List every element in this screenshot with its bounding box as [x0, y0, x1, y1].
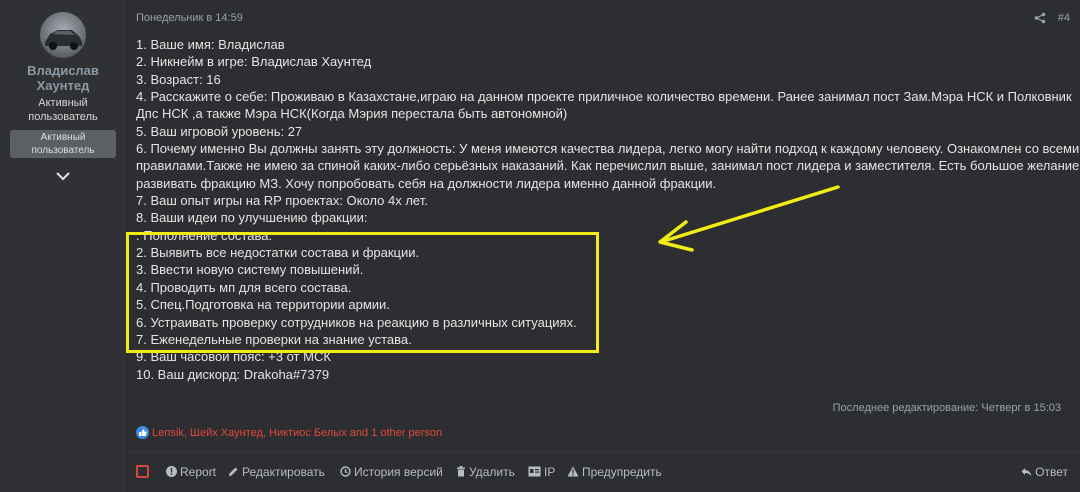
post-container: Владислав Хаунтед Активный пользователь … — [0, 0, 1080, 492]
username-line2: Хаунтед — [36, 78, 90, 93]
report-icon — [166, 466, 177, 477]
share-icon[interactable] — [1034, 11, 1046, 24]
edit-label: Редактировать — [242, 465, 325, 479]
post-line: 5. Ваш игровой уровень: 27 — [136, 123, 303, 139]
reply-button[interactable]: Ответ — [1021, 465, 1068, 479]
post-line: 10. Ваш дискорд: Drakoha#7379 — [136, 366, 330, 382]
post-line: 7. Ваш опыт игры на RP проектах: Около 4… — [136, 193, 428, 209]
pencil-icon — [229, 467, 238, 476]
avatar[interactable] — [40, 12, 86, 58]
user-sidebar: Владислав Хаунтед Активный пользователь … — [0, 0, 127, 492]
history-label: История версий — [354, 465, 443, 479]
post-number[interactable]: #4 — [1058, 12, 1070, 24]
edited-note: Последнее редактирование: Четверг в 15:0… — [832, 402, 1061, 414]
username-line1: Владислав — [27, 63, 99, 78]
annotation-arrow-icon — [658, 185, 840, 252]
reactions-text[interactable]: Lensik, Шейх Хаунтед, Никтиос Белых and … — [152, 427, 442, 439]
user-title-line2: пользователь — [28, 111, 98, 123]
warn-button[interactable]: Предупредить — [567, 465, 662, 479]
post-date[interactable]: Понедельник в 14:59 — [136, 12, 243, 24]
reactions-bar[interactable]: Lensik, Шейх Хаунтед, Никтиос Белых and … — [136, 426, 442, 440]
reply-label: Ответ — [1035, 465, 1068, 479]
chevron-down-icon[interactable] — [54, 168, 72, 184]
ip-label: IP — [544, 465, 556, 479]
report-button[interactable]: Report — [166, 465, 216, 479]
trash-icon — [457, 466, 465, 477]
post-line: развивать фракцию МЗ. Хочу попробовать с… — [136, 175, 717, 191]
car-avatar-icon — [45, 30, 82, 50]
id-card-icon — [528, 466, 541, 477]
warn-label: Предупредить — [582, 465, 662, 479]
history-icon — [340, 466, 351, 477]
post-line: 2. Никнейм в игре: Владислав Хаунтед — [136, 54, 372, 70]
like-icon — [136, 426, 149, 439]
user-title: Активный пользователь — [0, 96, 126, 124]
highlight-box — [126, 232, 599, 353]
user-title-line1: Активный — [38, 97, 88, 109]
ip-button[interactable]: IP — [528, 465, 555, 479]
post-header: Понедельник в 14:59 #4 — [126, 0, 1080, 34]
post-line: 8. Ваши идеи по улучшению фракции: — [136, 210, 368, 226]
edit-button[interactable]: Редактировать — [228, 465, 325, 479]
post-line: 1. Ваше имя: Владислав — [136, 37, 285, 52]
post-line: 3. Возраст: 16 — [136, 71, 221, 87]
post-line: 4. Расскажите о себе: Проживаю в Казахст… — [136, 89, 1072, 105]
delete-label: Удалить — [469, 465, 515, 479]
delete-button[interactable]: Удалить — [456, 465, 515, 479]
divider — [126, 452, 1080, 453]
post-line: правилами.Также не имею за спиной каких-… — [136, 158, 1080, 174]
user-banner-line1: Активный — [40, 132, 86, 143]
warning-icon — [567, 466, 579, 477]
user-banner-line2: пользователь — [31, 145, 95, 156]
post-line: 6. Почему именно Вы должны занять эту до… — [136, 141, 1080, 157]
reply-icon — [1021, 468, 1032, 477]
user-banner: Активный пользователь — [10, 130, 116, 158]
select-checkbox[interactable] — [136, 465, 149, 478]
history-button[interactable]: История версий — [340, 465, 443, 479]
post-line: Дпс НСК ,а также Мэра НСК(Когда Мэрия пе… — [136, 106, 568, 122]
report-label: Report — [180, 465, 217, 479]
username[interactable]: Владислав Хаунтед — [0, 63, 126, 93]
